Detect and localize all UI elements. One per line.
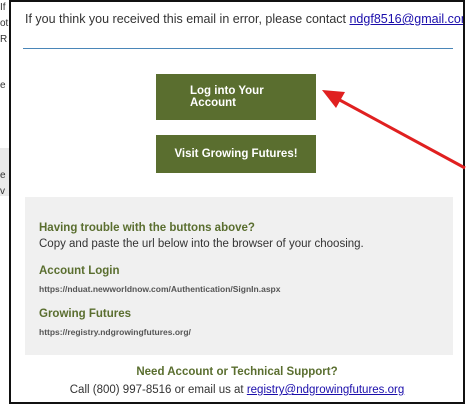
account-login-heading: Account Login — [39, 265, 120, 277]
support-heading: Need Account or Technical Support? — [136, 366, 338, 378]
support-email-link[interactable]: registry@ndgrowingfutures.org — [247, 384, 404, 396]
error-notice: If you think you received this email in … — [25, 12, 463, 26]
section-divider — [23, 48, 453, 49]
growing-futures-heading: Growing Futures — [39, 308, 131, 320]
visit-growing-futures-button[interactable]: Visit Growing Futures! — [156, 135, 316, 173]
account-login-url[interactable]: https://nduat.newworldnow.com/Authentica… — [39, 284, 280, 294]
email-panel: If you think you received this email in … — [9, 0, 465, 404]
screenshot-stage: If ot R e e v If you think you received … — [0, 0, 470, 410]
visit-button-label: Visit Growing Futures! — [174, 148, 298, 160]
help-heading: Having trouble with the buttons above? — [39, 222, 255, 234]
login-button[interactable]: Log into Your Account — [156, 74, 316, 120]
growing-futures-url[interactable]: https://registry.ndgrowingfutures.org/ — [39, 327, 191, 337]
help-box: Having trouble with the buttons above? C… — [25, 197, 453, 355]
login-button-label: Log into Your Account — [190, 85, 264, 109]
help-instructions: Copy and paste the url below into the br… — [39, 238, 364, 250]
contact-email-link[interactable]: ndgf8516@gmail.com — [349, 12, 463, 26]
support-line: Call (800) 997-8516 or email us at regis… — [11, 384, 463, 396]
support-line-text: Call (800) 997-8516 or email us at — [69, 384, 247, 396]
error-notice-text: If you think you received this email in … — [25, 12, 350, 26]
